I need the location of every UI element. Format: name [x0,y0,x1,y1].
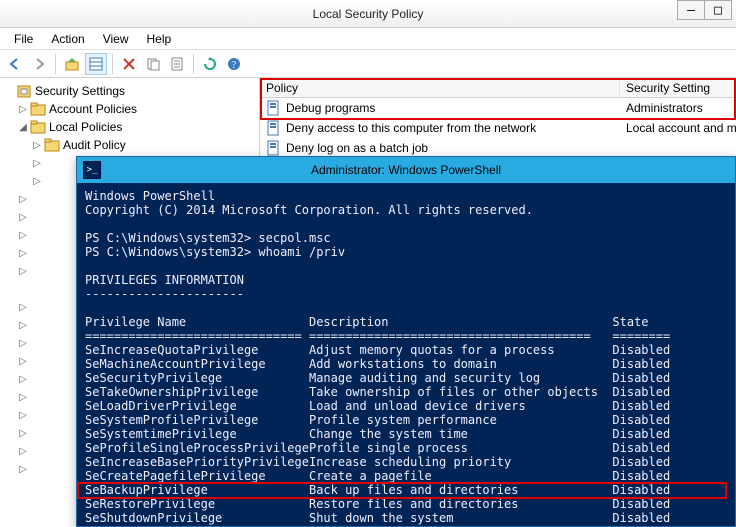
policy-icon [266,100,282,116]
back-icon[interactable] [4,53,26,75]
list-mode-icon[interactable] [85,53,107,75]
powershell-titlebar[interactable]: >_ Administrator: Windows PowerShell [77,157,735,183]
maximize-button[interactable]: □ [704,0,732,20]
expander-icon[interactable]: ▷ [16,104,30,115]
col-security-setting[interactable]: Security Setting [620,81,736,95]
menubar: File Action View Help [0,28,736,50]
tree-local-policies[interactable]: ◢ Local Policies [16,118,257,136]
powershell-icon: >_ [83,161,101,179]
list-row[interactable]: Deny access to this computer from the ne… [260,118,736,138]
tree-label: Audit Policy [63,138,126,152]
menu-action[interactable]: Action [43,30,92,48]
list-row[interactable]: Debug programs Administrators [260,98,736,118]
tree-label: Security Settings [35,84,125,98]
tree-account-policies[interactable]: ▷ Account Policies [16,100,257,118]
expander-icon[interactable]: ◢ [16,122,30,133]
window-title: Local Security Policy [313,7,424,21]
copy-icon[interactable] [142,53,164,75]
policy-setting: Local account and mer [620,121,736,135]
policy-icon [266,140,282,156]
policy-name: Debug programs [286,101,375,115]
menu-help[interactable]: Help [139,30,180,48]
titlebar: Local Security Policy – □ [0,0,736,28]
policy-icon [266,120,282,136]
svg-text:?: ? [232,60,237,71]
menu-view[interactable]: View [95,30,137,48]
powershell-body[interactable]: Windows PowerShell Copyright (C) 2014 Mi… [77,183,735,526]
list-row[interactable]: Deny log on as a batch job [260,138,736,158]
tree-root[interactable]: Security Settings [2,82,257,100]
policy-name: Deny log on as a batch job [286,141,428,155]
policy-name: Deny access to this computer from the ne… [286,121,536,135]
security-settings-icon [16,83,32,99]
properties-icon[interactable] [166,53,188,75]
folder-icon [30,101,46,117]
tree-label: Account Policies [49,102,137,116]
folder-icon [44,137,60,153]
tree-audit-policy[interactable]: ▷ Audit Policy [30,136,257,154]
powershell-title: Administrator: Windows PowerShell [311,163,501,177]
delete-icon[interactable] [118,53,140,75]
toolbar: ? [0,50,736,78]
policy-setting: Administrators [620,101,736,115]
expander-icon[interactable]: ▷ [30,140,44,151]
forward-icon[interactable] [28,53,50,75]
up-icon[interactable] [61,53,83,75]
menu-file[interactable]: File [6,30,41,48]
window-controls: – □ [678,0,732,20]
column-header: Policy Security Setting [260,78,736,98]
minimize-button[interactable]: – [677,0,705,20]
powershell-window[interactable]: >_ Administrator: Windows PowerShell Win… [76,156,736,527]
help-icon[interactable]: ? [223,53,245,75]
folder-icon [30,119,46,135]
tree-label: Local Policies [49,120,122,134]
refresh-icon[interactable] [199,53,221,75]
col-policy[interactable]: Policy [260,81,620,95]
